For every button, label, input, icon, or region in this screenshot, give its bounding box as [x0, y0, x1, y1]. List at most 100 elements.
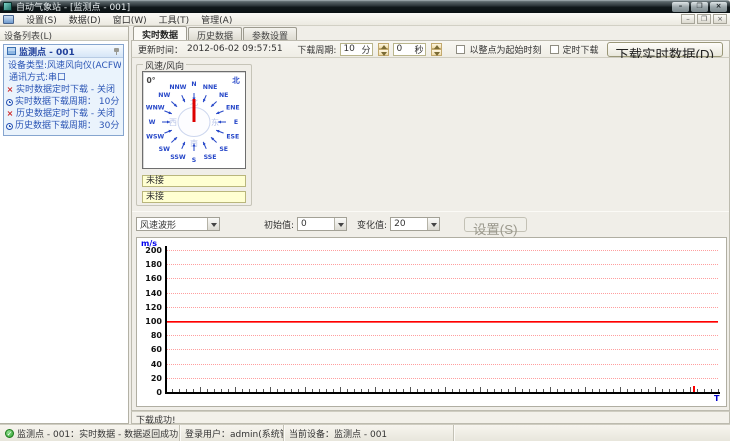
minutes-unit: 分: [361, 45, 371, 56]
minutes-stepper[interactable]: [378, 42, 390, 56]
child-window-controls: – ❐ ×: [681, 14, 727, 24]
seconds-unit: 秒: [414, 45, 424, 56]
seconds-stepper[interactable]: [431, 42, 443, 56]
x-axis-tick: [417, 389, 418, 392]
wind-speed-chart: m/s 0 20 40 60 80 100 120 140 160 180 200 T: [136, 237, 727, 407]
y-axis-tick-label: 100: [145, 317, 162, 326]
x-axis-tick: [396, 389, 397, 392]
menu-item[interactable]: 工具(T): [153, 12, 196, 27]
seconds-input[interactable]: 0 秒: [393, 42, 427, 56]
initial-select-value: 0: [301, 219, 307, 229]
y-axis-tick-label: 120: [145, 302, 162, 312]
gridline: [165, 349, 718, 351]
series-line: [167, 321, 718, 322]
x-axis-tick: [690, 387, 691, 392]
x-axis-tick: [585, 387, 586, 392]
x-axis-tick: [557, 389, 558, 392]
timed-download-checkbox[interactable]: [549, 44, 559, 54]
status-device-section: 当前设备：监测点 - 001: [284, 425, 454, 441]
menu-item[interactable]: 数据(D): [63, 12, 107, 27]
tab-历史数据[interactable]: 历史数据: [188, 27, 243, 42]
settings-button[interactable]: 设置(S): [464, 216, 527, 237]
chevron-down-icon[interactable]: [334, 218, 347, 230]
status-message-section: ✓ 监测点 - 001：实时数据 - 数据返回成功!: [0, 425, 180, 441]
x-axis-tick: [312, 389, 313, 392]
x-axis-tick: [326, 389, 327, 392]
device-info-text: 设备类型:风速风向仪(ACFW-4): [8, 61, 121, 71]
x-axis-tick: [221, 389, 222, 392]
device-info-text: 实时数据下载周期： 10分 0秒: [15, 97, 121, 107]
change-select[interactable]: 20: [390, 217, 441, 231]
child-minimize-icon[interactable]: –: [681, 14, 695, 24]
wind-group: 风速/风向 0°北北东南西NNNENEENEEESESESSESSSWSWWSW…: [136, 59, 252, 206]
device-card[interactable]: 监测点 - 001 设备类型:风速风向仪(ACFW-4) 通讯方式:串口×实时数据…: [3, 44, 124, 136]
align-start-checkbox[interactable]: [456, 44, 466, 54]
svg-text:SE: SE: [219, 146, 228, 153]
chevron-down-icon[interactable]: [207, 218, 219, 230]
tab-参数设置[interactable]: 参数设置: [243, 27, 298, 42]
timed-download-label: 定时下载: [562, 45, 599, 56]
device-info-line: 历史数据下载周期： 30分 0秒: [6, 120, 121, 132]
menu-bar: 设置(S) 数据(D) 窗口(W) 工具(T) 管理(A) – ❐ ×: [0, 13, 730, 26]
x-axis-tick: [494, 389, 495, 392]
x-axis-tick: [242, 389, 243, 392]
status-user-section: 登录用户：admin(系统管理员): [180, 425, 284, 441]
x-axis-tick: [648, 389, 649, 392]
x-axis-tick: [480, 387, 481, 392]
menu-item[interactable]: 窗口(W): [107, 12, 153, 27]
child-close-icon[interactable]: ×: [713, 14, 727, 24]
x-axis-tick: [571, 389, 572, 392]
download-realtime-button[interactable]: 下载实时数据(D): [606, 41, 723, 62]
x-axis-tick: [543, 389, 544, 392]
minimize-icon[interactable]: –: [672, 1, 689, 12]
child-window-icon[interactable]: [3, 14, 14, 24]
x-axis-tick: [536, 389, 537, 392]
seconds-value[interactable]: 0: [396, 44, 410, 54]
x-axis-label: T: [714, 394, 720, 403]
gridline: [165, 363, 718, 365]
child-restore-icon[interactable]: ❐: [697, 14, 711, 24]
device-info-line: × 实时数据定时下载 - 关闭: [6, 84, 121, 96]
waveform-select-value: 风速波形: [140, 220, 177, 231]
menu-item[interactable]: 管理(A): [195, 12, 238, 27]
device-info-text: 历史数据定时下载 - 关闭: [16, 109, 115, 119]
svg-text:S: S: [192, 157, 196, 164]
x-axis-tick: [697, 389, 698, 392]
device-info-text: 通讯方式:串口: [9, 73, 67, 83]
pin-icon[interactable]: [113, 47, 120, 55]
x-axis-tick: [522, 389, 523, 392]
minutes-value[interactable]: 10: [343, 44, 357, 54]
y-axis: [165, 246, 167, 394]
maximize-icon[interactable]: ❐: [691, 1, 708, 12]
menu-item[interactable]: 设置(S): [20, 12, 63, 27]
period-label: 下载周期:: [297, 45, 337, 56]
x-axis-tick: [599, 389, 600, 392]
svg-text:SSE: SSE: [204, 154, 217, 161]
x-axis-tick: [193, 389, 194, 392]
x-axis-tick: [382, 389, 383, 392]
svg-text:SSW: SSW: [170, 154, 186, 161]
x-axis-tick: [389, 389, 390, 392]
waveform-select[interactable]: 风速波形: [136, 217, 220, 231]
initial-select[interactable]: 0: [297, 217, 348, 231]
svg-text:0°: 0°: [147, 76, 156, 85]
x-axis-tick: [683, 389, 684, 392]
device-card-title[interactable]: 监测点 - 001: [4, 45, 123, 58]
toolbar: 更新时间： 2012-06-02 09:57:51 下载周期: 10 分 0 秒…: [131, 40, 730, 62]
tab-实时数据[interactable]: 实时数据: [133, 26, 188, 41]
divider: [132, 211, 729, 212]
tab-bar: 实时数据 历史数据 参数设置: [131, 26, 730, 42]
x-axis-tick: [186, 389, 187, 392]
realtime-content: 风速/风向 0°北北东南西NNNENEENEEESESESSESSSWSWWSW…: [131, 58, 730, 411]
chevron-down-icon[interactable]: [427, 218, 440, 230]
x-axis-tick: [438, 389, 439, 392]
gridline: [165, 250, 718, 251]
x-axis-tick: [200, 387, 201, 392]
gridline: [165, 377, 718, 379]
x-axis-tick: [235, 387, 236, 392]
chart-controls: 风速波形 初始值: 0 变化值: 20 设置(S): [136, 216, 728, 237]
x-axis-tick: [592, 389, 593, 392]
status-message: 监测点 - 001：实时数据 - 数据返回成功!: [17, 429, 180, 440]
close-icon[interactable]: ×: [710, 1, 727, 12]
minutes-input[interactable]: 10 分: [340, 42, 374, 56]
